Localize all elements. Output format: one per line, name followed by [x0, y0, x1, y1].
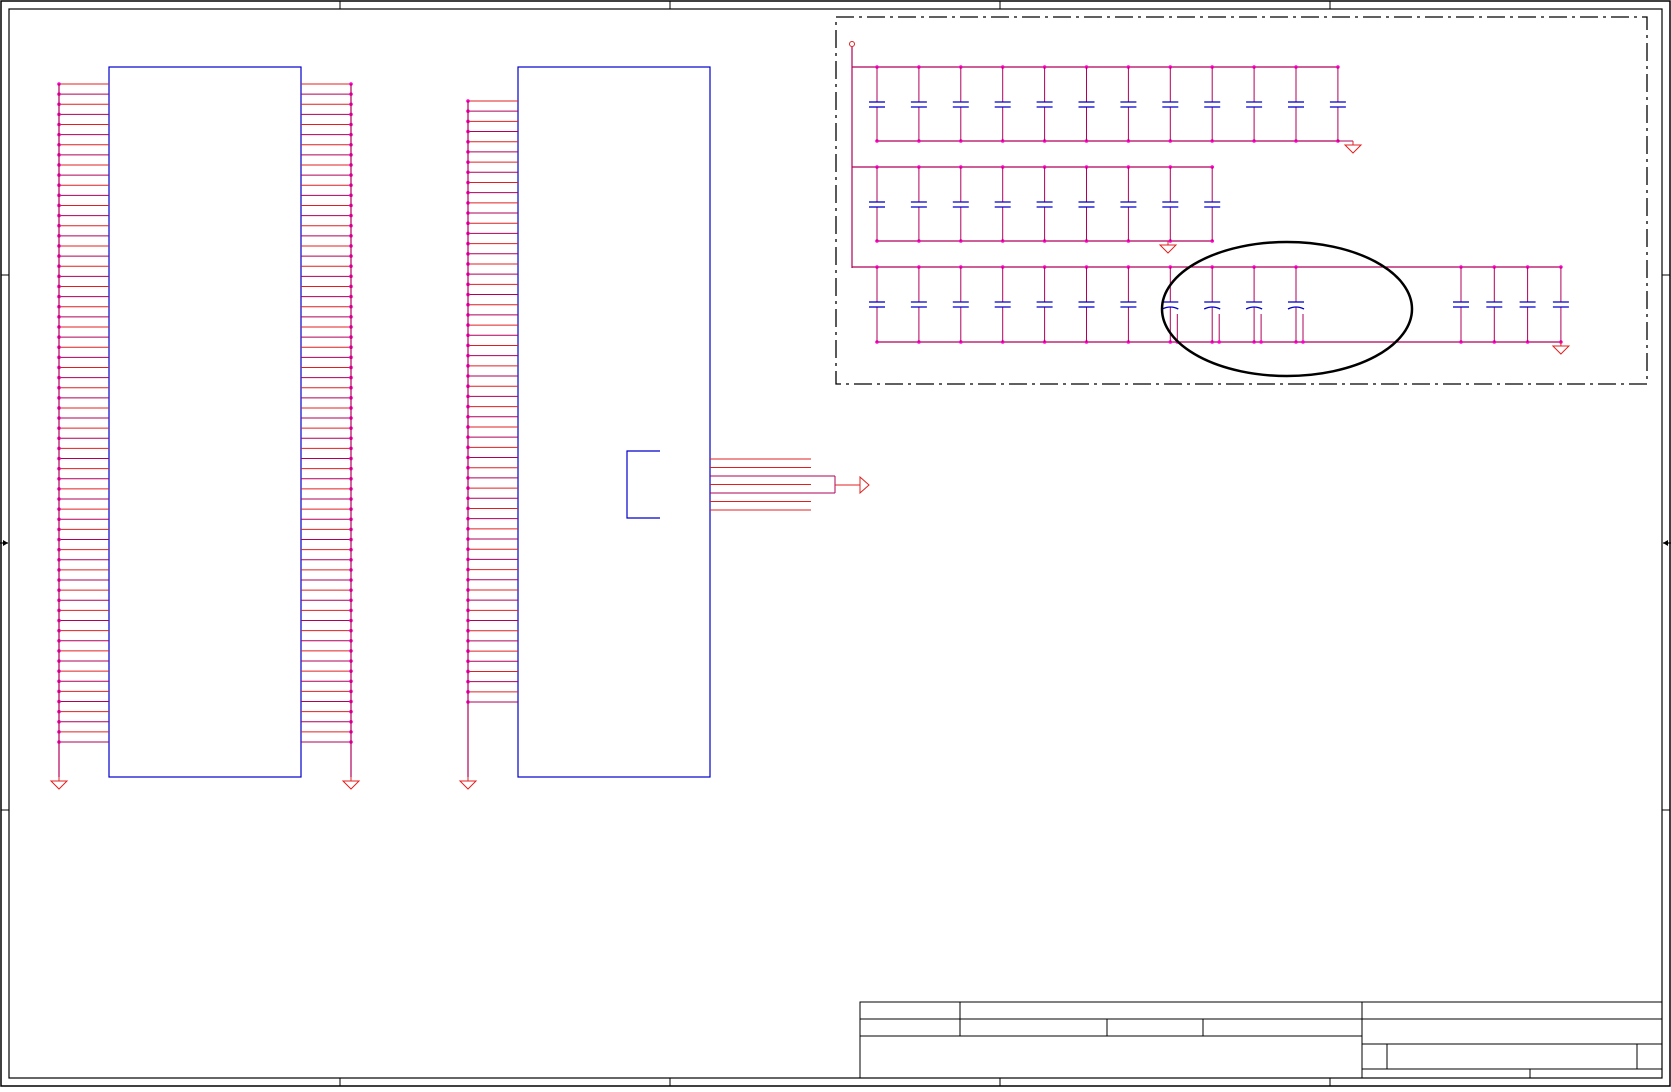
capacitor-icon: [1519, 265, 1536, 344]
highlight-ellipse: [1160, 240, 1414, 378]
junction-dot: [1301, 340, 1305, 344]
capacitor-icon: [869, 65, 885, 143]
capacitor-icon: [869, 165, 885, 243]
ground-arrow-icon: [859, 475, 870, 495]
capacitor-icon: [1036, 65, 1053, 143]
title-block: [859, 1001, 1663, 1079]
right-connector-signal-pins: [710, 458, 870, 511]
capacitor-icon: [1287, 265, 1305, 344]
capacitor-icon: [1288, 65, 1304, 143]
capacitor-bank-frame: [835, 16, 1648, 385]
capacitor-icon: [1486, 265, 1503, 344]
capacitor-icon: [1246, 65, 1263, 143]
left-connector[interactable]: [57, 66, 353, 778]
ground-icon: [1158, 241, 1178, 254]
right-connector-body: [517, 66, 711, 778]
capacitor-icon: [1120, 65, 1137, 143]
capacitor-icon: [952, 265, 969, 344]
capacitor-icon: [1453, 265, 1469, 344]
right-connector[interactable]: [466, 66, 870, 778]
capacitor-icon: [994, 165, 1011, 243]
schematic-canvas: [0, 0, 1671, 1087]
left-connector-left-pins: [57, 82, 109, 777]
capacitor-icon: [1036, 165, 1053, 243]
capacitor-icon: [994, 65, 1011, 143]
left-connector-right-pins: [301, 82, 353, 777]
capacitor-row: [852, 65, 1346, 143]
bypass-capacitor-bank: [849, 41, 1571, 355]
capacitor-icon: [1329, 65, 1346, 143]
capacitor-icon: [1078, 165, 1095, 243]
capacitor-icon: [1078, 265, 1095, 344]
schematic-sheet: [0, 0, 1671, 1087]
junction-dot: [1259, 340, 1263, 344]
capacitor-icon: [1120, 265, 1137, 344]
capacitor-icon: [1162, 65, 1179, 143]
right-connector-left-pins: [466, 99, 518, 777]
ground-icon: [458, 777, 478, 790]
capacitor-icon: [910, 65, 927, 143]
power-port-icon: [849, 41, 855, 47]
capacitor-icon: [910, 265, 927, 344]
ground-icon: [341, 777, 361, 790]
capacitor-icon: [1203, 265, 1221, 344]
capacitor-icon: [1162, 165, 1179, 243]
capacitor-icon: [1245, 265, 1263, 344]
capacitor-icon: [1078, 65, 1095, 143]
capacitor-icon: [1552, 265, 1569, 344]
ground-icon: [1343, 141, 1363, 154]
capacitor-icon: [869, 265, 885, 344]
capacitor-icon: [952, 165, 969, 243]
ground-icon: [49, 777, 69, 790]
capacitor-icon: [1204, 165, 1221, 243]
ground-icon: [1551, 342, 1571, 355]
capacitor-icon: [910, 165, 927, 243]
capacitor-icon: [952, 65, 969, 143]
capacitor-icon: [1036, 265, 1053, 344]
ground-symbols: [49, 777, 478, 790]
capacitor-row: [852, 165, 1221, 243]
capacitor-icon: [994, 265, 1011, 344]
internal-bracket: [626, 450, 660, 519]
capacitor-icon: [1120, 165, 1137, 243]
capacitor-row: [852, 265, 1569, 344]
left-connector-body: [108, 66, 302, 778]
junction-dot: [1217, 340, 1221, 344]
capacitor-icon: [1204, 65, 1221, 143]
